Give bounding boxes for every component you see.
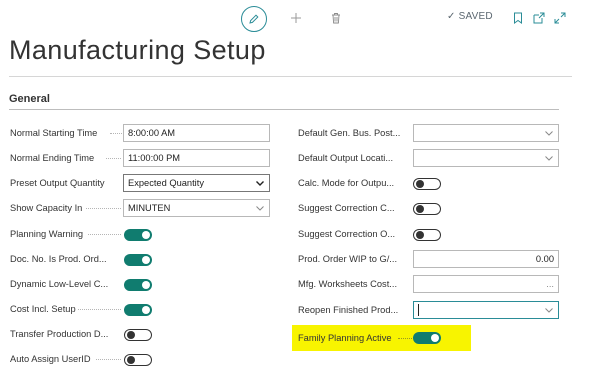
trash-icon (332, 13, 340, 24)
prod-order-wip-to-gl-input[interactable]: 0.00 (413, 250, 559, 268)
suggest-correction-c-toggle[interactable] (413, 203, 441, 215)
dot-leader (106, 158, 121, 160)
field-label: Prod. Order WIP to G/... (298, 254, 398, 264)
dot-leader (96, 359, 121, 361)
cost-incl-setup-toggle[interactable] (124, 304, 152, 316)
default-gen-bus-post-select[interactable] (413, 124, 559, 142)
field-normal-starting-time: Normal Starting Time (10, 123, 120, 143)
field-auto-assign-userid: Auto Assign UserID (10, 349, 105, 369)
field-label: Dynamic Low-Level C... (10, 279, 109, 289)
saved-status: ✓ SAVED (447, 11, 493, 22)
select-value: Expected Quantity (128, 178, 204, 188)
pencil-icon (249, 14, 259, 24)
field-default-gen-bus-post: Default Gen. Bus. Post... (298, 123, 410, 143)
toggle-knob (127, 330, 135, 339)
dot-leader (110, 133, 122, 135)
section-divider (9, 109, 559, 110)
expand-icon (554, 12, 566, 24)
doc-no-is-prod-ord-toggle[interactable] (124, 254, 152, 266)
dot-leader (88, 234, 121, 236)
saved-label: SAVED (458, 11, 493, 22)
field-doc-no-is-prod-ord: Doc. No. Is Prod. Ord... (10, 249, 122, 269)
new-button[interactable] (288, 10, 304, 26)
text-cursor (418, 304, 419, 316)
normal-starting-time-input[interactable]: 8:00:00 AM (123, 124, 270, 142)
field-label: Preset Output Quantity (10, 178, 105, 188)
field-label: Mfg. Worksheets Cost... (298, 279, 398, 289)
toggle-knob (416, 179, 424, 188)
toggle-knob (431, 334, 439, 342)
field-suggest-correction-o: Suggest Correction O... (298, 224, 410, 244)
auto-assign-userid-toggle[interactable] (124, 354, 152, 366)
dot-leader (78, 309, 121, 311)
planning-warning-toggle[interactable] (124, 229, 152, 241)
edit-button[interactable] (241, 6, 267, 32)
expand-button[interactable] (553, 10, 567, 26)
field-label: Transfer Production D... (10, 329, 109, 339)
field-transfer-production: Transfer Production D... (10, 324, 122, 344)
family-planning-active-toggle[interactable] (413, 332, 441, 344)
toggle-knob (127, 355, 135, 364)
toggle-knob (416, 204, 424, 213)
field-label: Suggest Correction O... (298, 229, 396, 239)
field-dynamic-low-level: Dynamic Low-Level C... (10, 274, 122, 294)
bookmark-button[interactable] (511, 10, 525, 26)
reopen-finished-prod-select[interactable] (413, 301, 559, 319)
bookmark-icon (514, 12, 522, 24)
field-default-output-location: Default Output Locati... (298, 148, 410, 168)
mfg-worksheets-cost-lookup[interactable]: ... (413, 275, 559, 293)
calc-mode-for-output-toggle[interactable] (413, 178, 441, 190)
open-new-window-button[interactable] (532, 10, 546, 26)
select-value: MINUTEN (128, 203, 171, 213)
field-reopen-finished-prod: Reopen Finished Prod... (298, 300, 410, 320)
check-icon: ✓ (447, 11, 456, 22)
field-label: Auto Assign UserID (10, 354, 91, 364)
dynamic-low-level-toggle[interactable] (124, 279, 152, 291)
field-suggest-correction-c: Suggest Correction C... (298, 198, 410, 218)
page-title: Manufacturing Setup (9, 35, 266, 65)
show-capacity-in-select[interactable]: MINUTEN (123, 199, 270, 217)
toggle-knob (142, 306, 150, 314)
field-calc-mode-for-output: Calc. Mode for Outpu... (298, 173, 410, 193)
chevron-down-icon (545, 131, 553, 136)
field-preset-output-quantity: Preset Output Quantity (10, 173, 122, 193)
toggle-knob (416, 230, 424, 239)
field-label: Doc. No. Is Prod. Ord... (10, 254, 107, 264)
normal-ending-time-input[interactable]: 11:00:00 PM (123, 149, 270, 167)
field-normal-ending-time: Normal Ending Time (10, 148, 120, 168)
chevron-down-icon (545, 156, 553, 161)
toggle-knob (142, 256, 150, 264)
field-label: Suggest Correction C... (298, 203, 395, 213)
field-label: Normal Ending Time (10, 153, 95, 163)
field-label: Default Gen. Bus. Post... (298, 128, 401, 138)
chevron-down-icon (256, 206, 264, 211)
field-label: Calc. Mode for Outpu... (298, 178, 395, 188)
dot-leader (398, 338, 412, 340)
title-divider (9, 76, 572, 77)
chevron-down-icon (545, 308, 553, 313)
field-label: Reopen Finished Prod... (298, 305, 399, 315)
toggle-knob (142, 231, 150, 239)
plus-icon (291, 13, 301, 23)
field-label: Normal Starting Time (10, 128, 98, 138)
field-label: Family Planning Active (298, 333, 392, 343)
toggle-knob (142, 281, 150, 289)
field-mfg-worksheets-cost: Mfg. Worksheets Cost... (298, 274, 410, 294)
delete-button[interactable] (328, 10, 344, 26)
field-family-planning-active: Family Planning Active (298, 328, 398, 348)
section-title-general: General (9, 93, 50, 105)
suggest-correction-o-toggle[interactable] (413, 229, 441, 241)
field-planning-warning: Planning Warning (10, 224, 100, 244)
field-prod-order-wip-to-gl: Prod. Order WIP to G/... (298, 249, 410, 269)
chevron-down-icon (256, 181, 264, 186)
field-label: Default Output Locati... (298, 153, 394, 163)
preset-output-quantity-select[interactable]: Expected Quantity (123, 174, 270, 192)
transfer-production-toggle[interactable] (124, 329, 152, 341)
field-label: Planning Warning (10, 229, 84, 239)
dot-leader (86, 208, 121, 210)
open-new-window-icon (533, 12, 545, 24)
default-output-location-select[interactable] (413, 149, 559, 167)
